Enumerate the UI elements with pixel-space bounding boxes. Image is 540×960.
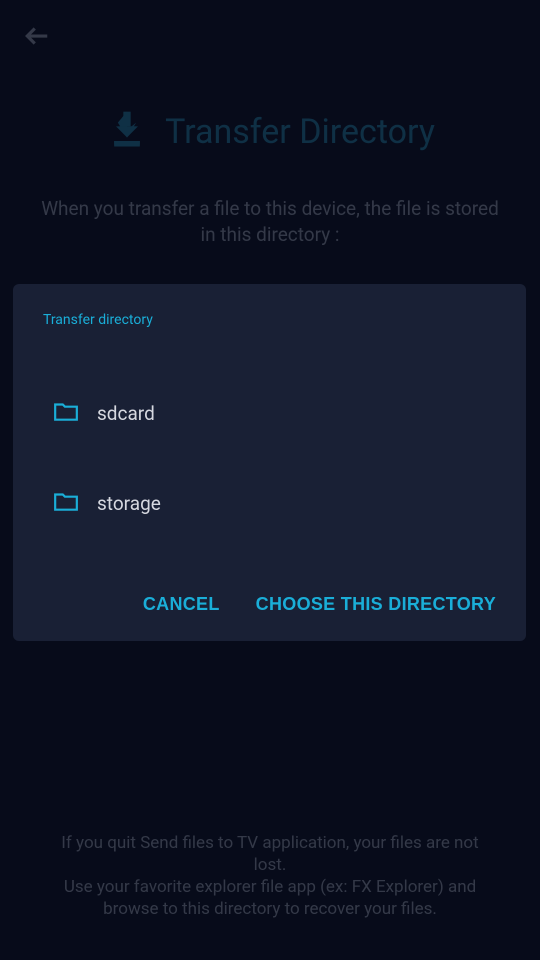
folder-item-storage[interactable]: storage <box>13 458 526 548</box>
folder-icon <box>53 490 79 516</box>
dialog-title: Transfer directory <box>13 312 526 368</box>
cancel-button[interactable]: CANCEL <box>143 594 220 615</box>
dialog-overlay: Transfer directory sdcard storage CANCEL… <box>0 0 540 960</box>
folder-label: storage <box>97 492 161 515</box>
folder-label: sdcard <box>97 402 155 425</box>
folder-item-sdcard[interactable]: sdcard <box>13 368 526 458</box>
dialog-actions: CANCEL CHOOSE THIS DIRECTORY <box>13 568 526 641</box>
folder-icon <box>53 400 79 426</box>
transfer-directory-dialog: Transfer directory sdcard storage CANCEL… <box>13 284 526 641</box>
choose-directory-button[interactable]: CHOOSE THIS DIRECTORY <box>256 594 496 615</box>
